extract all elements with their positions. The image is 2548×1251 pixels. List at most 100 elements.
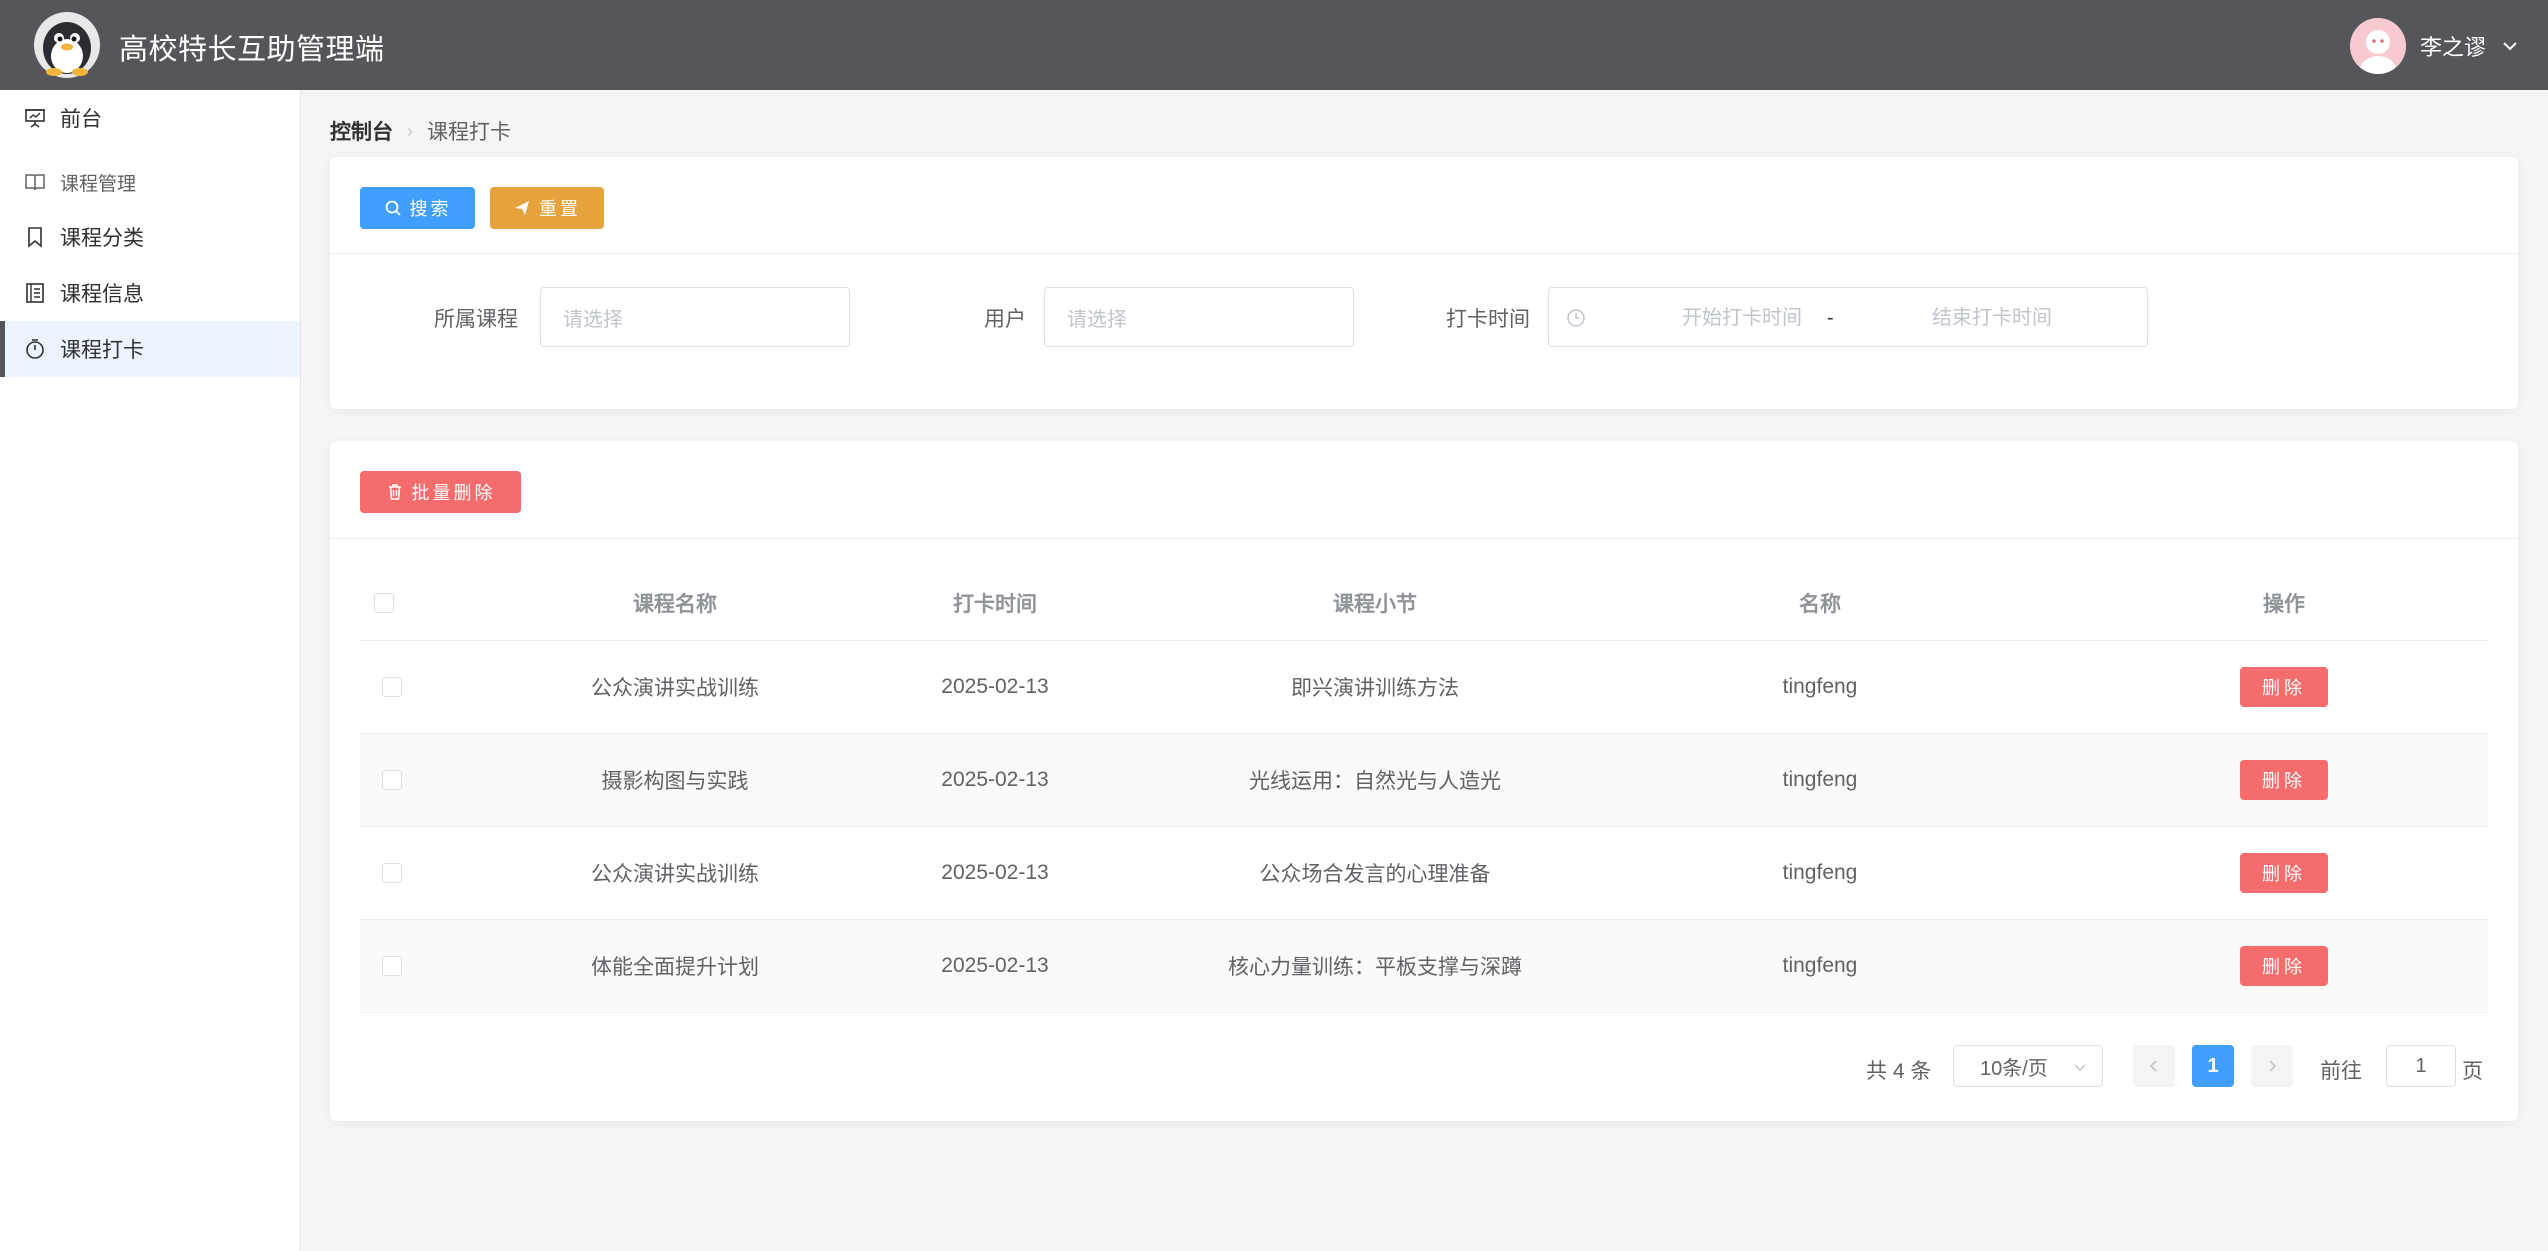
row-check-cell — [360, 920, 420, 1012]
checkin-time-cell: 2025-02-13 — [941, 675, 1049, 698]
page-size-value: 10条/页 — [1980, 1057, 2048, 1080]
page-size-select[interactable]: 10条/页 — [1953, 1045, 2103, 1087]
chevron-right-icon — [2269, 1060, 2277, 1072]
sidebar-item-label: 前台 — [60, 108, 102, 131]
section-cell: 光线运用：自然光与人造光 — [1249, 770, 1501, 793]
page-number-current[interactable]: 1 — [2192, 1045, 2234, 1087]
checkin-time-range-picker[interactable]: 开始打卡时间 - 结束打卡时间 — [1548, 287, 2148, 347]
action-cell: 删除 — [2080, 827, 2488, 919]
row-check-cell — [360, 734, 420, 826]
user-label: 用户 — [984, 308, 1026, 331]
row-checkbox[interactable] — [382, 770, 402, 790]
end-time-input[interactable]: 结束打卡时间 — [1892, 288, 2092, 348]
search-panel: 搜索 重置 所属课程 请选择 用户 请选择 打卡时间 开始打卡时间 - 结束打卡… — [330, 157, 2518, 409]
user-name: 李之谬 — [2419, 35, 2486, 60]
row-checkbox[interactable] — [382, 956, 402, 976]
reset-button-label: 重置 — [539, 199, 581, 219]
course-name-cell: 公众演讲实战训练 — [591, 677, 759, 700]
user-avatar-icon — [2349, 18, 2406, 74]
course-name-cell: 公众演讲实战训练 — [591, 863, 759, 886]
sidebar-item-label: 课程信息 — [60, 283, 144, 306]
row-check-cell — [360, 641, 420, 733]
chevron-left-icon — [2149, 1060, 2157, 1072]
table-header: 课程名称 打卡时间 课程小节 名称 操作 — [360, 565, 2488, 641]
section-cell: 即兴演讲训练方法 — [1291, 677, 1459, 700]
sidebar-item-course-checkin[interactable]: 课程打卡 — [0, 321, 300, 377]
reset-button[interactable]: 重置 — [490, 187, 604, 229]
table-row: 体能全面提升计划 2025-02-13 核心力量训练：平板支撑与深蹲 tingf… — [360, 920, 2488, 1013]
select-all-cell — [360, 565, 420, 640]
stopwatch-icon — [26, 339, 44, 359]
notebook-icon — [26, 283, 44, 303]
column-header[interactable]: 打卡时间 — [870, 565, 1120, 640]
checkin-time-cell: 2025-02-13 — [941, 768, 1049, 791]
column-header[interactable]: 课程小节 — [1150, 565, 1600, 640]
user-select[interactable]: 请选择 — [1044, 287, 1354, 347]
user-cell: tingfeng — [1782, 768, 1858, 791]
pagination-total: 共 4 条 — [1866, 1060, 1932, 1083]
table-row: 公众演讲实战训练 2025-02-13 公众场合发言的心理准备 tingfeng… — [360, 827, 2488, 920]
sidebar-group-course-management: 课程管理 — [0, 162, 300, 202]
course-name-cell: 体能全面提升计划 — [591, 956, 759, 979]
breadcrumb-home[interactable]: 控制台 — [330, 116, 393, 146]
sidebar-item-course-category[interactable]: 课程分类 — [0, 209, 300, 265]
user-menu[interactable]: 李之谬 — [2349, 18, 2520, 74]
breadcrumb: 控制台 › 课程打卡 — [330, 116, 511, 146]
checkin-time-cell: 2025-02-13 — [941, 861, 1049, 884]
row-checkbox[interactable] — [382, 863, 402, 883]
checkin-time-label: 打卡时间 — [1446, 308, 1530, 331]
course-label: 所属课程 — [434, 308, 518, 331]
chevron-down-icon[interactable] — [2500, 36, 2520, 56]
column-header: 操作 — [2263, 592, 2305, 616]
user-cell: tingfeng — [1782, 954, 1858, 977]
start-time-input[interactable]: 开始打卡时间 — [1642, 288, 1842, 348]
sidebar-item-course-info[interactable]: 课程信息 — [0, 265, 300, 321]
action-cell: 删除 — [2080, 920, 2488, 1012]
user-cell: tingfeng — [1782, 675, 1858, 698]
goto-page-input[interactable]: 1 — [2386, 1045, 2456, 1087]
batch-delete-label: 批量删除 — [411, 483, 496, 503]
delete-button[interactable]: 删除 — [2240, 946, 2328, 986]
prev-page-button[interactable] — [2133, 1045, 2175, 1087]
sidebar-item-label: 课程分类 — [60, 227, 144, 250]
batch-delete-button[interactable]: 批量删除 — [360, 471, 521, 513]
table-row: 摄影构图与实践 2025-02-13 光线运用：自然光与人造光 tingfeng… — [360, 734, 2488, 827]
next-page-button[interactable] — [2251, 1045, 2293, 1087]
divider — [330, 538, 2518, 539]
user-cell: tingfeng — [1782, 861, 1858, 884]
trash-icon — [388, 484, 401, 500]
range-separator: - — [1827, 307, 1834, 329]
select-all-checkbox[interactable] — [374, 592, 394, 613]
bookmark-icon — [28, 227, 42, 248]
search-button-label: 搜索 — [409, 199, 452, 219]
table-row: 公众演讲实战训练 2025-02-13 即兴演讲训练方法 tingfeng 删除 — [360, 641, 2488, 734]
penguin-logo-icon — [34, 12, 100, 78]
send-icon — [515, 201, 529, 215]
delete-button[interactable]: 删除 — [2240, 853, 2328, 893]
goto-suffix: 页 — [2462, 1060, 2483, 1083]
presentation-icon — [25, 109, 45, 128]
section-cell: 公众场合发言的心理准备 — [1259, 863, 1491, 886]
search-icon — [385, 200, 401, 216]
clock-icon — [1567, 309, 1585, 327]
section-cell: 核心力量训练：平板支撑与深蹲 — [1228, 956, 1522, 979]
checkin-table: 课程名称 打卡时间 课程小节 名称 操作 公众演讲实战训练 2025-02-13… — [360, 565, 2488, 1013]
top-header: 高校特长互助管理端 李之谬 — [0, 0, 2548, 90]
divider — [330, 253, 2518, 254]
sidebar-item-frontend[interactable]: 前台 — [0, 90, 300, 146]
app-title: 高校特长互助管理端 — [119, 34, 385, 66]
sidebar: 前台 课程管理 课程分类 课程信息 课程打卡 — [0, 90, 301, 1251]
chevron-right-icon: › — [407, 120, 413, 141]
search-button[interactable]: 搜索 — [360, 187, 475, 229]
course-name-cell: 摄影构图与实践 — [601, 770, 749, 793]
goto-label: 前往 — [2320, 1060, 2362, 1083]
delete-button[interactable]: 删除 — [2240, 760, 2328, 800]
column-header[interactable]: 名称 — [1620, 565, 2020, 640]
sidebar-item-label: 课程打卡 — [60, 339, 144, 362]
course-select[interactable]: 请选择 — [540, 287, 850, 347]
delete-button[interactable]: 删除 — [2240, 667, 2328, 707]
column-header[interactable]: 课程名称 — [520, 565, 830, 640]
avatar[interactable] — [2349, 18, 2406, 74]
row-checkbox[interactable] — [382, 677, 402, 697]
chevron-down-icon — [2074, 1064, 2086, 1072]
